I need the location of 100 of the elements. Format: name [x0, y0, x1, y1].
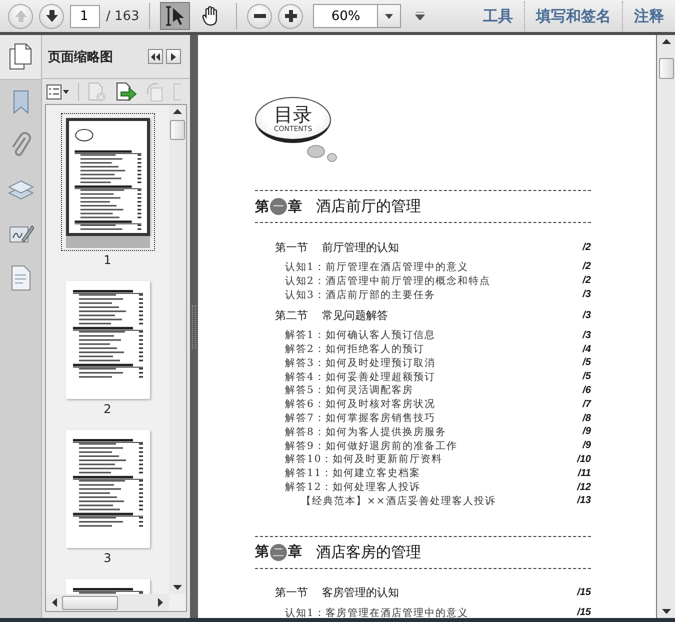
thought-dots-drawing: [307, 145, 337, 162]
page-number: /5: [582, 357, 591, 368]
page-thumbnail[interactable]: [66, 281, 150, 399]
page-number: /13: [577, 495, 591, 506]
chapter-number-badge: 二: [270, 544, 287, 561]
page-number: /3: [582, 288, 591, 300]
scroll-down-button[interactable]: [662, 609, 670, 614]
toc-entry: 解答12：如何处理客人投诉: [285, 480, 421, 494]
collapse-panel-button[interactable]: [148, 49, 163, 64]
toc-entry: 解答1：如何确认客人预订信息: [285, 328, 436, 342]
pages-panel-button[interactable]: [0, 35, 41, 80]
section-label: 第一节: [275, 585, 308, 600]
page-number: /10: [577, 454, 591, 465]
horizontal-scrollbar[interactable]: [46, 594, 169, 611]
toolbar-link[interactable]: 填写和签名: [525, 6, 622, 26]
toolbar-link[interactable]: 工具: [472, 6, 524, 26]
toc-entry: 解答10：如何及时更新前厅资料: [285, 452, 443, 466]
toc-entry: 解答2：如何拒绝客人的预订: [285, 342, 424, 356]
page-thumbnail[interactable]: [66, 430, 150, 548]
panel-options-button[interactable]: [166, 49, 181, 64]
page-number: /4: [582, 344, 591, 355]
page-number: /9: [582, 440, 591, 452]
page-number-field[interactable]: 1: [70, 4, 100, 28]
page-number: /7: [582, 398, 591, 410]
page-number: /5: [582, 371, 591, 382]
up-arrow-icon: [662, 39, 670, 44]
page-number: /8: [582, 412, 591, 424]
page-arrow-icon: [115, 82, 137, 102]
toc-entry: 认知2：酒店管理中前厅管理的概念和特点: [285, 274, 490, 288]
zoom-in-button[interactable]: [278, 4, 304, 28]
scrollbar-thumb[interactable]: [658, 58, 674, 79]
scroll-left-button[interactable]: [52, 598, 57, 607]
page-number-label: 2: [104, 402, 112, 416]
double-left-arrow-icon: [151, 52, 160, 60]
section-title: 客房管理的认知: [322, 585, 399, 600]
layers-icon[interactable]: [8, 178, 34, 202]
plus-icon: [284, 9, 298, 23]
document-icon[interactable]: [10, 265, 30, 291]
toc-entry: 解答6：如何及时核对客房状况: [285, 398, 436, 412]
right-arrow-icon: [158, 598, 163, 607]
scrollbar-thumb[interactable]: [62, 596, 118, 610]
page-number: /12: [577, 482, 591, 493]
more-tools-button[interactable]: [415, 12, 426, 20]
options-button[interactable]: [46, 84, 70, 100]
zoom-dropdown-button[interactable]: [377, 4, 402, 28]
page-total: / 163: [106, 8, 140, 24]
rotate-page-icon: [145, 82, 165, 102]
select-tool-button[interactable]: [160, 2, 190, 30]
toc-entry: 解答3：如何及时处理预订取消: [285, 356, 436, 370]
chapter-prefix: 第: [255, 543, 269, 562]
chapter-title: 酒店前厅的管理: [316, 197, 421, 216]
toc-entry: 认知1：前厅管理在酒店管理中的意义: [285, 260, 468, 274]
next-page-button[interactable]: [39, 4, 64, 28]
section-label: 第二节: [275, 308, 308, 323]
chapter-suffix: 章: [288, 198, 302, 216]
scrollbar-thumb[interactable]: [170, 120, 185, 140]
page-number: /15: [577, 587, 591, 598]
page-number: /2: [582, 242, 591, 252]
page-icon: [173, 82, 181, 102]
page-number: /9: [582, 426, 591, 438]
vertical-scrollbar[interactable]: [657, 35, 675, 618]
zoom-out-button[interactable]: [247, 4, 272, 28]
extract-button[interactable]: [115, 82, 137, 102]
list-options-icon: [46, 84, 70, 100]
panel-title: 页面缩略图: [48, 48, 113, 66]
vertical-scrollbar[interactable]: [169, 105, 186, 594]
chapter-title: 酒店客房的管理: [316, 542, 421, 562]
chapter-prefix: 第: [255, 198, 269, 216]
toc-entry: 认知1：客房管理在酒店管理中的意义: [285, 606, 468, 618]
scroll-up-button[interactable]: [173, 109, 182, 114]
up-arrow-icon: [173, 109, 182, 114]
page-thumbnail[interactable]: [66, 118, 150, 236]
scroll-right-button[interactable]: [158, 598, 163, 607]
page-number: /2: [582, 275, 591, 286]
contents-title: 目录: [274, 104, 312, 124]
down-arrow-icon: [662, 609, 670, 614]
toc-entry: 解答11：如何建立客史档案: [285, 466, 421, 480]
section-title: 常见问题解答: [322, 308, 388, 323]
right-arrow-icon: [171, 52, 176, 60]
toc-entry: 解答5：如何灵活调配客房: [285, 384, 414, 398]
toc-entry: 认知3：酒店前厅部的主要任务: [285, 288, 436, 302]
chapter-suffix: 章: [288, 543, 302, 562]
down-arrow-icon: [173, 585, 182, 590]
page-number: /6: [582, 384, 591, 396]
page-number: /15: [577, 607, 591, 618]
chapter-number-badge: 一: [270, 198, 287, 215]
pages-icon[interactable]: [8, 43, 32, 71]
page-number: /3: [582, 310, 591, 321]
toolbar-link[interactable]: 注释: [623, 6, 675, 26]
toc-entry: 解答9：如何做好退房前的准备工作: [285, 440, 458, 453]
section-title: 前厅管理的认知: [322, 240, 399, 254]
toc-entry: 解答7：如何掌握客房销售技巧: [285, 412, 436, 426]
page-number: /2: [582, 261, 591, 272]
page-number: /3: [582, 330, 591, 341]
scroll-down-button[interactable]: [173, 585, 182, 590]
scroll-up-button[interactable]: [662, 39, 670, 44]
toc-entry: 解答4：如何妥善处理超额预订: [285, 370, 436, 384]
zoom-field[interactable]: 60%: [313, 4, 378, 28]
page-number: /11: [578, 468, 591, 479]
up-arrow-icon: [14, 9, 28, 23]
